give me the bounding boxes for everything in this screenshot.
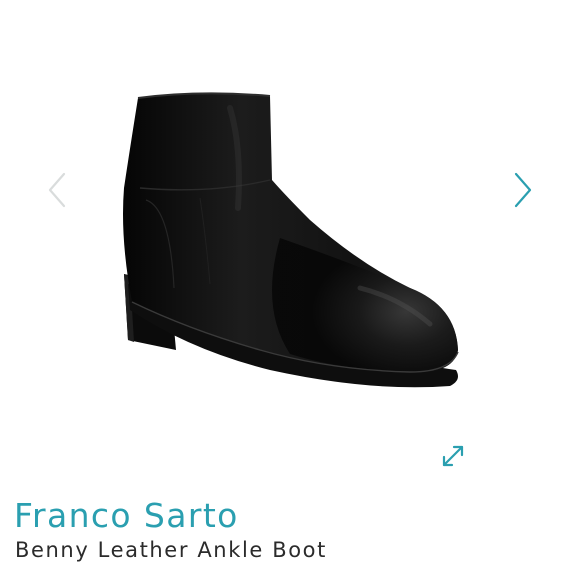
chevron-left-icon: [48, 172, 66, 208]
previous-image-button[interactable]: [44, 170, 70, 210]
next-image-button[interactable]: [510, 170, 536, 210]
product-image[interactable]: [110, 88, 470, 398]
ankle-boot-image: [123, 92, 459, 388]
expand-image-button[interactable]: [440, 443, 466, 469]
product-title: Benny Leather Ankle Boot: [15, 538, 327, 562]
product-image-gallery: [0, 0, 580, 480]
brand-name[interactable]: Franco Sarto: [14, 496, 239, 535]
chevron-right-icon: [514, 172, 532, 208]
expand-icon: [442, 445, 464, 467]
